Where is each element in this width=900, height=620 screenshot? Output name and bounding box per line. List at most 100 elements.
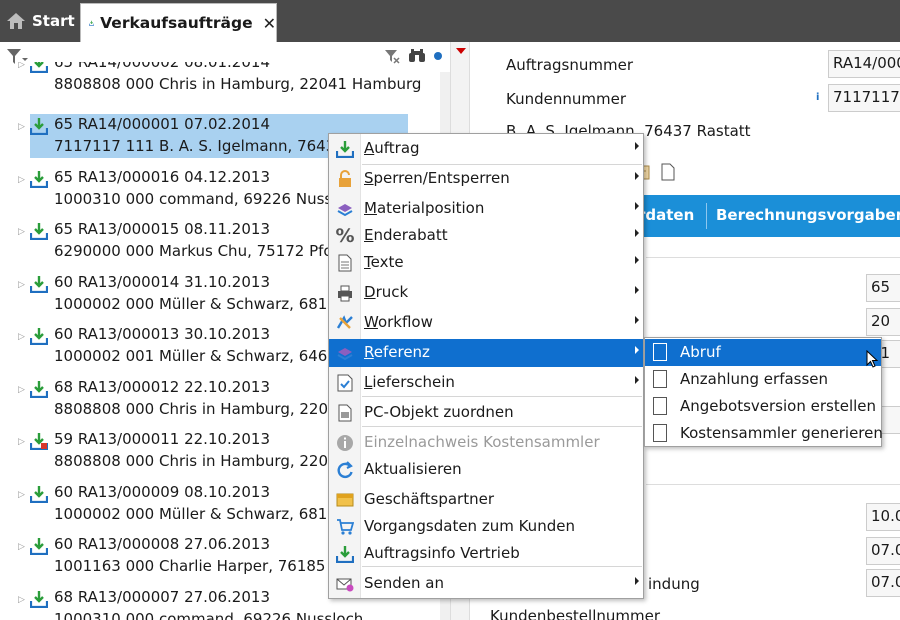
auftragsnummer-field[interactable]: RA14/000001 <box>828 50 900 78</box>
document-icon[interactable] <box>660 163 676 181</box>
kundennummer-field[interactable]: 7117117 <box>828 84 900 112</box>
menu-item-lieferschein[interactable]: Lieferschein <box>329 369 643 397</box>
expand-triangle-icon[interactable]: ▷ <box>18 542 25 552</box>
date-field-1[interactable]: 10.0 <box>866 503 900 531</box>
download-icon <box>30 62 48 73</box>
document-icon <box>653 424 667 442</box>
submenu-item-label: Kostensammler generieren <box>680 424 883 442</box>
menu-item-einzelnachweis-kostensammler: Einzelnachweis Kostensammler <box>329 429 643 457</box>
menu-item-workflow[interactable]: Workflow <box>329 309 643 337</box>
submenu-item-kostensammler-generieren[interactable]: Kostensammler generieren <box>645 420 883 447</box>
expand-triangle-icon[interactable]: ▷ <box>18 437 25 447</box>
expand-triangle-icon[interactable]: ▷ <box>18 122 25 132</box>
expand-triangle-icon[interactable]: ▷ <box>18 175 25 185</box>
tab-verkaufsauftraege[interactable]: Verkaufsaufträge ✕ <box>80 3 277 42</box>
menu-item-aktualisieren[interactable]: Aktualisieren <box>329 456 643 484</box>
order-line-1: 65 RA14/000002 08.01.2014 <box>54 62 270 71</box>
home-icon <box>7 13 25 29</box>
download-icon <box>89 20 95 26</box>
percent-icon: % <box>335 225 355 247</box>
submenu-item-abruf[interactable]: Abruf <box>645 339 881 366</box>
menu-item-vorgangsdaten-zum-kunden[interactable]: Vorgangsdaten zum Kunden <box>329 513 643 541</box>
printer-icon <box>335 283 355 303</box>
close-icon[interactable]: ✕ <box>263 14 276 33</box>
menu-separator <box>362 566 642 567</box>
kundennummer-label: Kundennummer <box>506 90 626 108</box>
download-icon <box>30 486 48 503</box>
tab-start-label: Start <box>32 12 75 30</box>
expand-triangle-icon[interactable]: ▷ <box>18 385 25 395</box>
cart-icon <box>335 517 355 537</box>
menu-item-auftragsinfo-vertrieb[interactable]: Auftragsinfo Vertrieb <box>329 540 643 568</box>
document-icon <box>653 343 667 361</box>
expand-triangle-icon[interactable]: ▷ <box>18 227 25 237</box>
menu-item-pc-objekt-zuordnen[interactable]: PC-Objekt zuordnen <box>329 399 643 427</box>
submenu-item-angebotsversion-erstellen[interactable]: Angebotsversion erstellen <box>645 393 881 420</box>
partial-label: indung <box>648 575 700 593</box>
menu-item-referenz[interactable]: Referenz <box>329 339 643 367</box>
menu-item-geschäftspartner[interactable]: Geschäftspartner <box>329 486 643 514</box>
tab-start[interactable]: Start <box>6 8 75 34</box>
list-item[interactable]: ▷ 65 RA14/000002 08.01.2014 8808808 000 Ch… <box>0 62 440 104</box>
menu-item-auftrag[interactable]: Auftrag <box>329 135 643 163</box>
menu-item-materialposition[interactable]: Materialposition <box>329 195 643 223</box>
order-line-1: 60 RA13/000009 08.10.2013 <box>54 483 270 501</box>
expand-triangle-icon[interactable]: ▷ <box>18 332 25 342</box>
menu-item-enderabatt[interactable]: % Enderabatt <box>329 222 643 250</box>
submenu-arrow-icon <box>635 202 639 210</box>
order-line-1: 60 RA13/000013 30.10.2013 <box>54 325 270 343</box>
value-field-1[interactable]: 65 <box>866 274 900 302</box>
send-icon <box>335 574 355 594</box>
download-icon <box>30 118 48 135</box>
menu-item-label: Druck <box>364 283 409 301</box>
menu-item-label: Senden an <box>364 574 444 592</box>
order-line-2: 8808808 000 Chris in Hamburg, 22041 Hamb… <box>54 75 422 93</box>
expand-triangle-icon[interactable]: ▷ <box>18 280 25 290</box>
workflow-icon <box>335 313 355 333</box>
tab-stammdaten[interactable]: rdaten <box>638 206 694 224</box>
submenu-arrow-icon <box>635 256 639 264</box>
submenu-arrow-icon <box>635 577 639 585</box>
date-field-3[interactable]: 07.0 <box>866 569 900 597</box>
section-divider <box>646 257 900 258</box>
menu-item-texte[interactable]: Texte <box>329 249 643 277</box>
menu-separator <box>362 396 642 397</box>
kundenbestellnummer-label: Kundenbestellnummer <box>490 607 661 620</box>
download-icon <box>30 381 48 398</box>
info-icon <box>335 433 355 453</box>
submenu-item-anzahlung-erfassen[interactable]: Anzahlung erfassen <box>645 366 881 393</box>
menu-item-sperren-entsperren[interactable]: Sperren/Entsperren <box>329 165 643 193</box>
tab-verkaufsauftraege-label: Verkaufsaufträge <box>100 14 253 32</box>
download-icon <box>30 276 48 293</box>
order-line-1: 68 RA13/000012 22.10.2013 <box>54 378 270 396</box>
delivery-note-icon <box>335 373 355 393</box>
expand-triangle-icon[interactable]: ▷ <box>18 490 25 500</box>
value-field-2[interactable]: 20 <box>866 308 900 336</box>
order-line-1: 65 RA14/000001 07.02.2014 <box>54 115 270 133</box>
menu-item-label: Geschäftspartner <box>364 490 494 508</box>
menu-item-label: Auftragsinfo Vertrieb <box>364 544 520 562</box>
tab-berechnungsvorgaben[interactable]: Berechnungsvorgaben <box>716 206 900 224</box>
document-icon <box>653 397 667 415</box>
menu-item-label: Auftrag <box>364 139 420 157</box>
collapse-marker-icon[interactable] <box>456 48 466 54</box>
menu-item-label: Texte <box>364 253 404 271</box>
menu-item-senden-an[interactable]: Senden an <box>329 570 643 598</box>
info-icon: i <box>816 92 820 103</box>
download-icon <box>335 139 355 159</box>
tab-separator <box>706 203 707 229</box>
download-icon <box>335 544 355 564</box>
submenu-arrow-icon <box>635 316 639 324</box>
auftragsnummer-label: Auftragsnummer <box>506 56 633 74</box>
menu-item-label: Referenz <box>364 343 430 361</box>
menu-item-druck[interactable]: Druck <box>329 279 643 307</box>
expand-triangle-icon[interactable]: ▷ <box>18 595 25 605</box>
expand-triangle-icon[interactable]: ▷ <box>18 62 25 70</box>
submenu-item-label: Angebotsversion erstellen <box>680 397 877 415</box>
date-field-2[interactable]: 07.0 <box>866 537 900 565</box>
submenu-arrow-icon <box>635 376 639 384</box>
menu-item-label: Workflow <box>364 313 433 331</box>
download-icon <box>30 223 48 240</box>
context-menu: Auftrag Sperren/Entsperren Materialpositio… <box>328 133 644 599</box>
order-line-1: 68 RA13/000007 27.06.2013 <box>54 588 270 606</box>
